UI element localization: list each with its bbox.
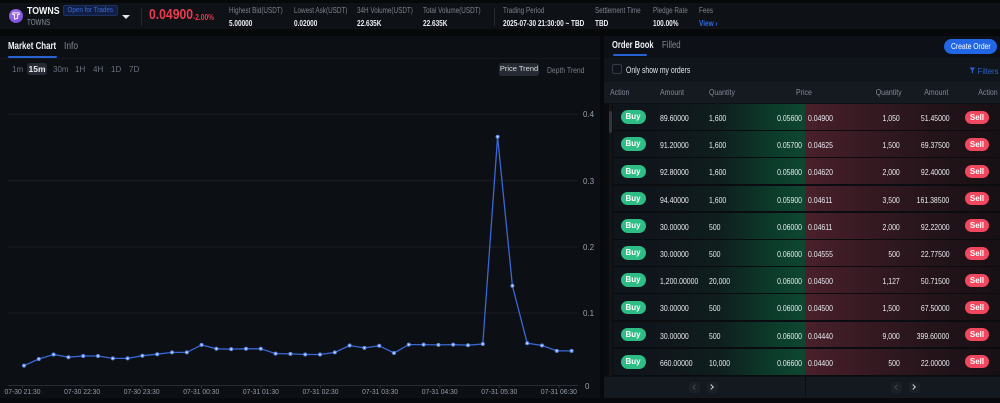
svg-text:0.2: 0.2 [583, 243, 595, 252]
svg-text:07-31 03:30: 07-31 03:30 [362, 387, 398, 396]
svg-text:0.3: 0.3 [583, 177, 595, 186]
svg-text:07-31 00:30: 07-31 00:30 [183, 387, 219, 396]
svg-text:07-30 21:30: 07-30 21:30 [5, 387, 41, 396]
svg-text:07-30 22:30: 07-30 22:30 [64, 387, 100, 396]
svg-text:07-31 05:30: 07-31 05:30 [481, 387, 517, 396]
svg-text:0.1: 0.1 [583, 309, 595, 318]
svg-text:0.4: 0.4 [583, 110, 595, 119]
svg-text:0: 0 [585, 382, 590, 391]
svg-text:07-31 02:30: 07-31 02:30 [303, 387, 339, 396]
svg-text:07-31 04:30: 07-31 04:30 [422, 387, 458, 396]
svg-text:07-31 01:30: 07-31 01:30 [243, 387, 279, 396]
svg-text:07-31 06:30: 07-31 06:30 [541, 387, 577, 396]
svg-text:07-30 23:30: 07-30 23:30 [124, 387, 160, 396]
